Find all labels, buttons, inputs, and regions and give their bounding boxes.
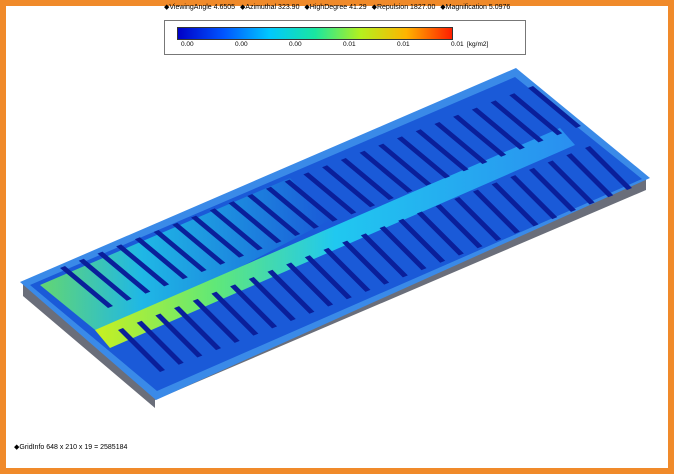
grid-info: ◆GridInfo 648 x 210 x 19 = 2585184	[14, 444, 128, 451]
simulation-plot	[20, 68, 650, 408]
